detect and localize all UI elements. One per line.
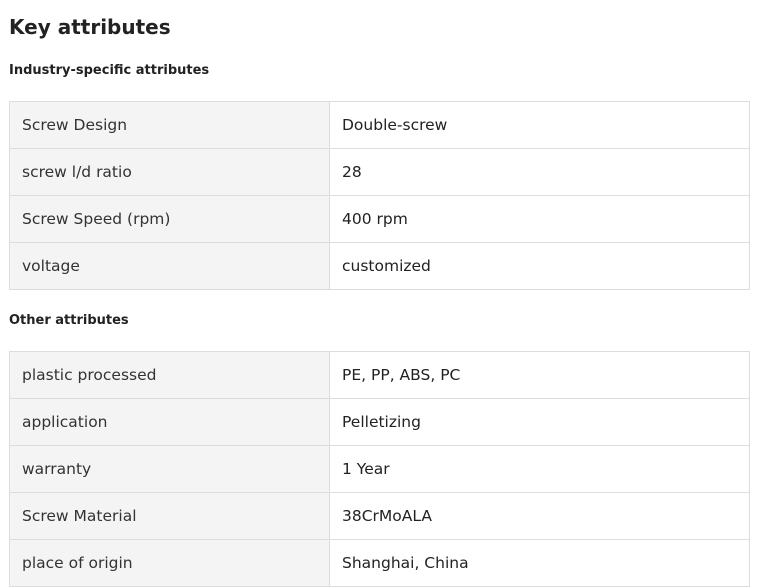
table-row: screw l/d ratio 28 [9,148,750,196]
attribute-label: Screw Speed (rpm) [9,195,330,243]
industry-attributes-table: Screw Design Double-screw screw l/d rati… [9,101,750,290]
table-row: voltage customized [9,242,750,290]
attribute-value: 28 [329,148,750,196]
attribute-label: Screw Material [9,492,330,540]
table-row: Screw Material 38CrMoALA [9,492,750,540]
attribute-label: plastic processed [9,351,330,399]
table-row: Screw Design Double-screw [9,101,750,149]
attribute-value: 38CrMoALA [329,492,750,540]
attribute-value: 1 Year [329,445,750,493]
attribute-value: Shanghai, China [329,539,750,587]
attribute-label: screw l/d ratio [9,148,330,196]
attribute-value: PE, PP, ABS, PC [329,351,750,399]
table-row: warranty 1 Year [9,445,750,493]
attribute-value: customized [329,242,750,290]
attribute-value: 400 rpm [329,195,750,243]
table-row: plastic processed PE, PP, ABS, PC [9,351,750,399]
table-row: application Pelletizing [9,398,750,446]
attribute-label: voltage [9,242,330,290]
page-title: Key attributes [9,15,171,39]
attribute-label: place of origin [9,539,330,587]
attribute-label: application [9,398,330,446]
section-title-other: Other attributes [9,313,129,328]
attribute-label: warranty [9,445,330,493]
other-attributes-table: plastic processed PE, PP, ABS, PC applic… [9,351,750,587]
attribute-value: Double-screw [329,101,750,149]
table-row: place of origin Shanghai, China [9,539,750,587]
attribute-value: Pelletizing [329,398,750,446]
table-row: Screw Speed (rpm) 400 rpm [9,195,750,243]
attribute-label: Screw Design [9,101,330,149]
section-title-industry-specific: Industry-specific attributes [9,63,210,78]
